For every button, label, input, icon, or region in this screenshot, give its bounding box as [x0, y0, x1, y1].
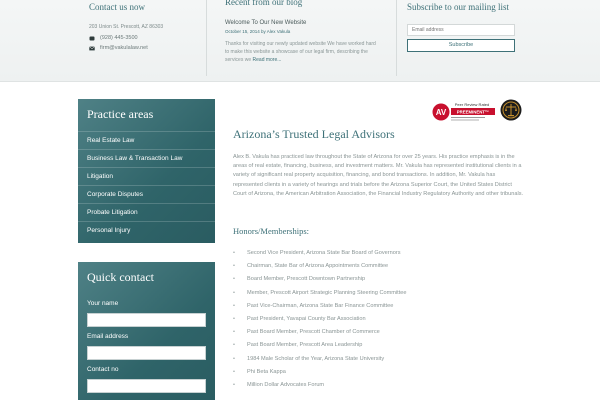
practice-item-business-law[interactable]: Business Law & Transaction Law [78, 149, 215, 167]
av-preeminent-badge: AV Peer Review Rated PREEMINENT™ [432, 102, 495, 121]
practice-item-corporate-disputes[interactable]: Corporate Disputes [78, 185, 215, 203]
honors-list: • Second Vice President, Arizona State Ba… [233, 247, 533, 392]
bullet-icon: • [233, 342, 235, 349]
bullet-icon: • [233, 250, 235, 256]
list-item: • Past Board Member, Prescott Area Leader… [233, 339, 533, 352]
page-title: Arizona’s Trusted Legal Advisors [233, 127, 395, 141]
mailing-title: Subscribe to our mailing list [407, 2, 509, 12]
practice-item-litigation[interactable]: Litigation [78, 167, 215, 185]
blog-post-meta: October 15, 2014 by Alex Vakula [225, 29, 291, 34]
preeminent-text: PREEMINENT™ [457, 109, 489, 114]
phone-icon [89, 36, 95, 40]
list-item: • Past Board Member, Prescott Chamber of … [233, 326, 533, 339]
email-field[interactable] [87, 346, 206, 360]
list-item: • Past Vice-Chairman, Arizona State Bar F… [233, 300, 533, 313]
bullet-icon: • [233, 276, 235, 283]
email-row[interactable]: firm@vakulalaw.net [89, 45, 148, 51]
practice-item-real-estate[interactable]: Real Estate Law [78, 131, 215, 149]
honor-text: 1984 Male Scholar of the Year, Arizona S… [247, 355, 385, 362]
honor-text: Board Member, Prescott Downtown Partners… [247, 276, 366, 283]
honor-text: Past Board Member, Prescott Chamber of C… [247, 329, 380, 336]
subscribe-button[interactable]: Subscribe [407, 39, 515, 52]
bullet-icon: • [233, 302, 235, 309]
read-more-link[interactable]: Read more... [253, 57, 282, 63]
honor-text: Past Board Member, Prescott Area Leaders… [247, 342, 363, 349]
honor-text: Phi Beta Kappa [247, 368, 286, 375]
intro-paragraph: Alex B. Vakula has practiced law through… [233, 154, 524, 197]
bullet-icon: • [233, 315, 235, 322]
honor-text: Member, Prescott Airport Strategic Plann… [247, 289, 407, 296]
list-item: • Second Vice President, Arizona State Ba… [233, 247, 533, 260]
phone-row[interactable]: (928) 445-3500 [89, 35, 138, 41]
name-label: Your name [87, 300, 119, 307]
contact-title: Contact us now [89, 2, 145, 12]
bullet-icon: • [233, 368, 235, 375]
blog-post-excerpt: Thanks for visiting our newly updated we… [225, 40, 377, 64]
email-label: Email address [87, 333, 129, 340]
bullet-icon: • [233, 329, 235, 336]
honor-text: Chairman, State Bar of Arizona Appointme… [247, 263, 389, 270]
honor-text: Past Vice-Chairman, Arizona State Bar Fi… [247, 302, 394, 309]
practice-item-probate[interactable]: Probate Litigation [78, 203, 215, 221]
list-item: • Phi Beta Kappa [233, 366, 533, 379]
honor-text: Second Vice President, Arizona State Bar… [247, 250, 401, 256]
practice-areas-panel: Practice areas Real Estate Law Business … [78, 99, 215, 243]
contact-no-field[interactable] [87, 379, 206, 393]
mailing-email-input[interactable] [407, 24, 515, 36]
excerpt-text: Thanks for visiting our newly updated we… [225, 41, 376, 63]
quick-contact-title: Quick contact [87, 270, 154, 284]
bullet-icon: • [233, 289, 235, 296]
phone-text: (928) 445-3500 [100, 35, 138, 41]
contact-no-label: Contact no [87, 366, 119, 373]
av-letters: AV [436, 108, 447, 117]
practice-item-personal-injury[interactable]: Personal Injury [78, 221, 215, 239]
column-divider [206, 0, 207, 76]
honors-heading: Honors/Memberships: [233, 226, 310, 236]
bullet-icon: • [233, 263, 235, 270]
quick-contact-panel: Quick contact Your name Email address Co… [78, 262, 215, 400]
peer-review-text: Peer Review Rated [455, 102, 489, 107]
list-item: • Member, Prescott Airport Strategic Plan… [233, 287, 533, 300]
list-item: • Past President, Yavapai County Bar Asso… [233, 313, 533, 326]
top-info-band: Contact us now 203 Union St. Prescott, A… [0, 0, 600, 82]
bullet-icon: • [233, 381, 235, 388]
list-item: • Board Member, Prescott Downtown Partner… [233, 273, 533, 286]
blog-title: Recent from our blog [225, 0, 303, 7]
column-divider [396, 0, 397, 76]
address-text: 203 Union St. Prescott, AZ 86303 [89, 24, 164, 30]
email-link: firm@vakulalaw.net [100, 45, 148, 51]
name-field[interactable] [87, 313, 206, 327]
practice-areas-title: Practice areas [87, 107, 154, 121]
practice-areas-list: Real Estate Law Business Law & Transacti… [78, 131, 215, 239]
envelope-icon [89, 45, 95, 50]
honor-text: Past President, Yavapai County Bar Assoc… [247, 315, 366, 322]
honor-text: Million Dollar Advocates Forum [247, 381, 325, 388]
list-item: • Million Dollar Advocates Forum [233, 379, 533, 392]
scales-of-justice-seal-icon [500, 99, 522, 121]
blog-post-title[interactable]: Welcome To Our New Website [225, 20, 306, 26]
bullet-icon: • [233, 355, 235, 362]
list-item: • 1984 Male Scholar of the Year, Arizona … [233, 353, 533, 366]
list-item: • Chairman, State Bar of Arizona Appointm… [233, 260, 533, 273]
